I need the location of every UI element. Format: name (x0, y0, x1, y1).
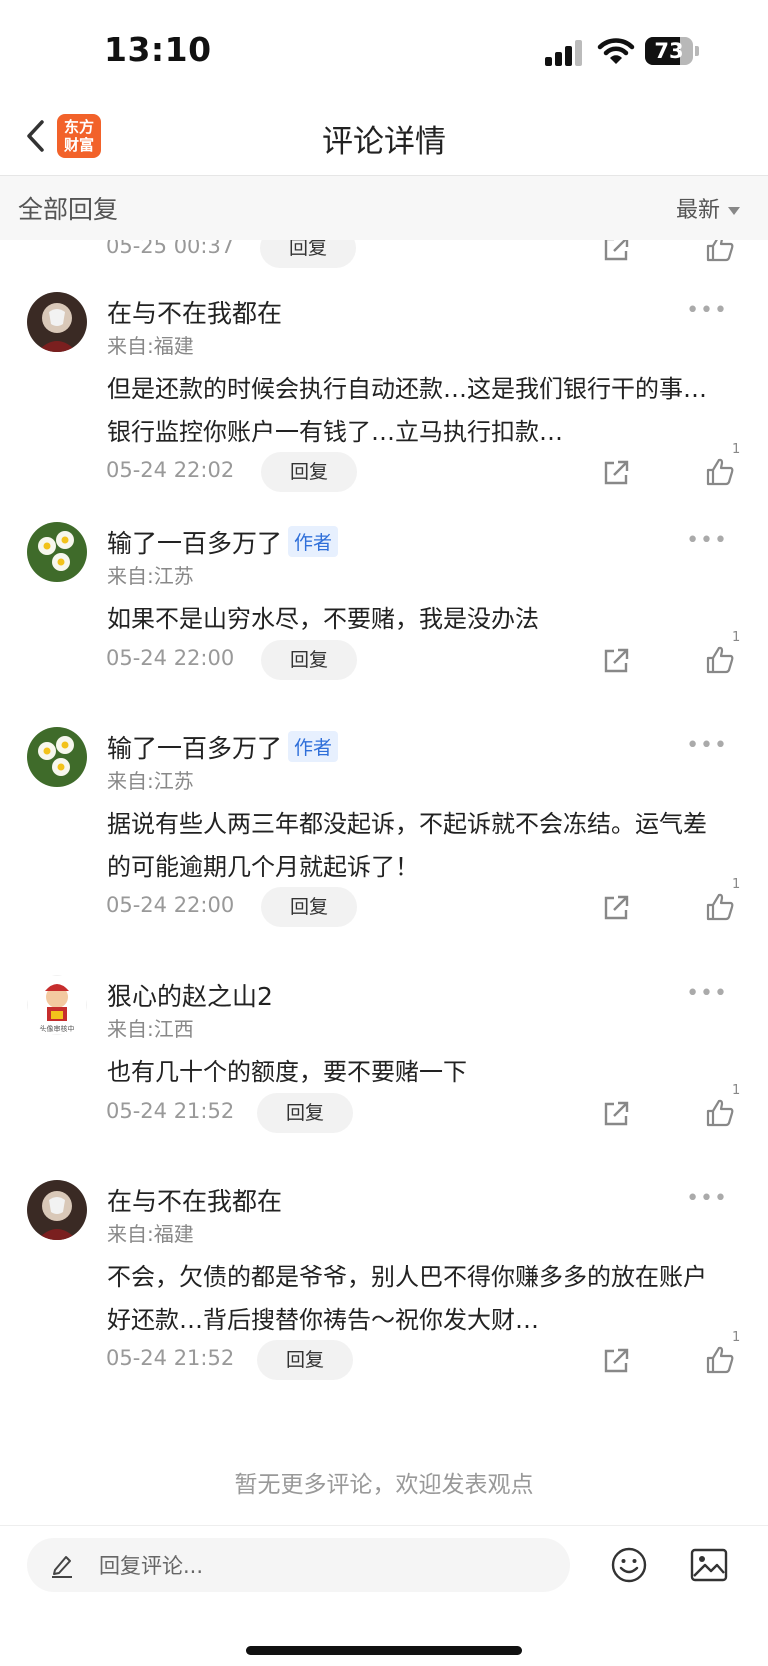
no-more-comments-note: 暂无更多评论，欢迎发表观点 (234, 1472, 534, 1498)
more-options-icon[interactable]: ••• (686, 733, 728, 758)
like-count: 1 (732, 1083, 741, 1098)
comment-list[interactable]: 05-25 00:37 回复 在与不在我都在 ••• 来自:福建 但是还款的时候… (0, 240, 768, 1525)
comment-item: 在与不在我都在 ••• 来自:福建 但是还款的时候会执行自动还款…这是我们银行干… (0, 292, 768, 502)
comment-meta: 05-24 22:00 回复 1 (0, 877, 768, 929)
comment-date: 05-24 22:00 (106, 646, 235, 670)
comment-location: 来自:福建 (107, 1222, 194, 1246)
comment-text: 也有几十个的额度，要不要赌一下 (107, 1058, 467, 1086)
status-bar: 13:10 73 (0, 0, 768, 100)
comment-text: 据说有些人两三年都没起诉，不起诉就不会冻结。运气差的可能逾期几个月就起诉了！ (107, 810, 707, 881)
image-icon[interactable] (690, 1548, 728, 1582)
status-time: 13:10 (104, 30, 212, 69)
comment-meta: 05-24 21:52 回复 1 (0, 1330, 768, 1382)
comment-location: 来自:江苏 (107, 564, 194, 588)
filter-bar: 全部回复 最新 (0, 176, 768, 240)
reply-button[interactable]: 回复 (261, 640, 357, 680)
like-thumb-icon[interactable] (704, 644, 736, 676)
share-icon[interactable] (601, 646, 631, 676)
comment-username[interactable]: 输了一百多万了 作者 (107, 524, 339, 560)
share-icon[interactable] (601, 240, 631, 264)
author-badge: 作者 (288, 526, 339, 557)
user-avatar[interactable]: 头像审核中 (27, 975, 87, 1035)
comment-item: 输了一百多万了 作者 ••• 来自:江苏 如果不是山穷水尽，不要赌，我是没办法 0… (0, 522, 768, 712)
all-replies-label: 全部回复 (18, 195, 119, 224)
like-count: 1 (732, 630, 741, 645)
comment-location: 来自:江苏 (107, 769, 194, 793)
reply-button[interactable]: 回复 (261, 887, 357, 927)
share-icon[interactable] (601, 458, 631, 488)
comment-text: 但是还款的时候会执行自动还款…这是我们银行干的事…银行监控你账户一有钱了…立马执… (107, 375, 707, 446)
cellular-signal-icon (545, 40, 585, 66)
share-icon[interactable] (601, 1099, 631, 1129)
comment-meta: 05-24 22:02 回复 1 (0, 442, 768, 494)
comment-text: 如果不是山穷水尽，不要赌，我是没办法 (107, 605, 539, 633)
comment-text: 不会，欠债的都是爷爷，别人巴不得你赚多多的放在账户好还款…背后搜替你祷告～祝你发… (107, 1263, 707, 1334)
user-avatar[interactable] (27, 727, 87, 787)
user-avatar[interactable] (27, 522, 87, 582)
share-icon[interactable] (601, 1346, 631, 1376)
reply-button[interactable]: 回复 (257, 1340, 353, 1380)
more-options-icon[interactable]: ••• (686, 1186, 728, 1211)
like-thumb-icon[interactable] (704, 456, 736, 488)
sort-dropdown[interactable]: 最新 (676, 192, 740, 224)
reply-button[interactable]: 回复 (261, 452, 357, 492)
wifi-icon (597, 38, 635, 64)
comment-location: 来自:江西 (107, 1017, 194, 1041)
author-badge: 作者 (288, 731, 339, 762)
comment-username[interactable]: 狠心的赵之山2 (107, 977, 273, 1013)
page-title: 评论详情 (322, 124, 446, 160)
emoji-icon[interactable] (610, 1546, 648, 1584)
comment-date: 05-24 21:52 (106, 1346, 235, 1370)
comment-date: 05-24 21:52 (106, 1099, 235, 1123)
reply-button[interactable]: 回复 (257, 1093, 353, 1133)
comment-date: 05-25 00:37 (106, 240, 235, 258)
share-icon[interactable] (601, 893, 631, 923)
like-thumb-icon[interactable] (704, 891, 736, 923)
like-thumb-icon[interactable] (704, 1344, 736, 1376)
like-count: 1 (732, 877, 741, 892)
comment-item: 在与不在我都在 ••• 来自:福建 不会，欠债的都是爷爷，别人巴不得你赚多多的放… (0, 1180, 768, 1410)
comment-username[interactable]: 输了一百多万了 作者 (107, 729, 339, 765)
navigation-bar: 东方 财富 评论详情 (0, 100, 768, 176)
like-thumb-icon[interactable] (704, 240, 736, 264)
comment-meta: 05-24 21:52 回复 1 (0, 1083, 768, 1135)
user-avatar[interactable] (27, 292, 87, 352)
reply-button[interactable]: 回复 (260, 240, 356, 268)
comment-item: 输了一百多万了 作者 ••• 来自:江苏 据说有些人两三年都没起诉，不起诉就不会冻… (0, 727, 768, 957)
like-count: 1 (732, 1330, 741, 1345)
like-count: 1 (732, 442, 741, 457)
like-thumb-icon[interactable] (704, 1097, 736, 1129)
reply-placeholder: 回复评论... (99, 1554, 204, 1578)
more-options-icon[interactable]: ••• (686, 528, 728, 553)
bottom-input-bar: 回复评论... (0, 1525, 768, 1666)
user-avatar[interactable] (27, 1180, 87, 1240)
avatar-caption: 头像审核中 (40, 1024, 75, 1033)
home-indicator (246, 1646, 522, 1655)
comment-username[interactable]: 在与不在我都在 (107, 294, 282, 330)
battery-level-text: 73 (654, 39, 684, 63)
pencil-icon (52, 1556, 72, 1578)
sort-label: 最新 (675, 198, 720, 223)
comment-date: 05-24 22:00 (106, 893, 235, 917)
reply-comment-input[interactable]: 回复评论... (27, 1538, 570, 1592)
comment-meta: 05-24 22:00 回复 1 (0, 630, 768, 682)
comment-username[interactable]: 在与不在我都在 (107, 1182, 282, 1218)
partial-comment-meta: 05-25 00:37 回复 (0, 240, 768, 270)
battery-icon: 73 (645, 37, 699, 65)
comment-location: 来自:福建 (107, 334, 194, 358)
more-options-icon[interactable]: ••• (686, 981, 728, 1006)
comment-date: 05-24 22:02 (106, 458, 235, 482)
more-options-icon[interactable]: ••• (686, 298, 728, 323)
comment-item: 头像审核中 狠心的赵之山2 ••• 来自:江西 也有几十个的额度，要不要赌一下 … (0, 975, 768, 1165)
dropdown-triangle-icon (728, 207, 740, 215)
